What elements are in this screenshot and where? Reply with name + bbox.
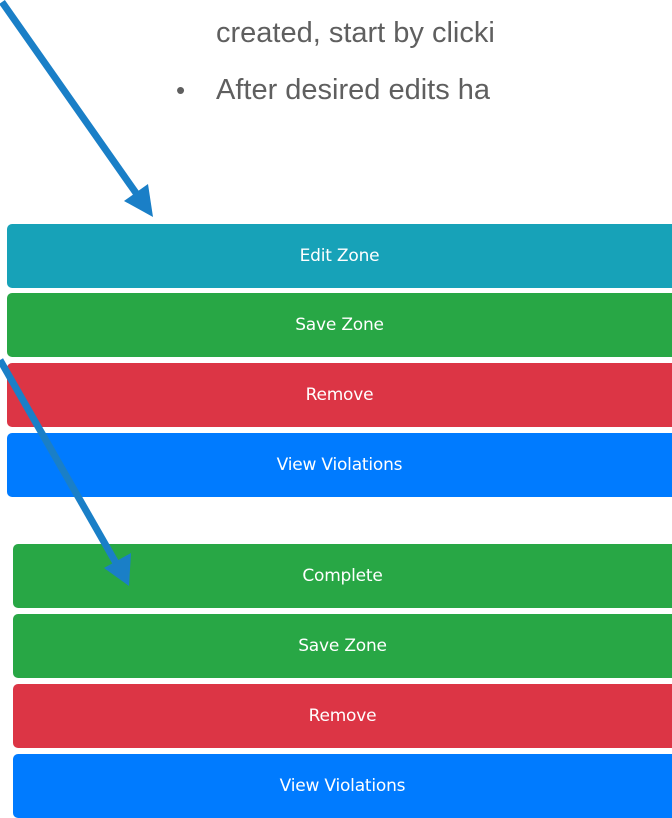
- remove-zone-button[interactable]: Remove: [7, 363, 672, 427]
- save-zone-button[interactable]: Save Zone: [7, 293, 672, 357]
- arrow-to-edit-zone-icon: [0, 0, 153, 217]
- remove-zone-button-edit[interactable]: Remove: [13, 684, 672, 748]
- save-zone-button-edit[interactable]: Save Zone: [13, 614, 672, 678]
- bullet-point: •: [176, 75, 186, 105]
- slide-text-line-1: created, start by clicki: [216, 17, 495, 49]
- complete-button[interactable]: Complete: [13, 544, 672, 608]
- slide-text-line-2: After desired edits ha: [216, 74, 491, 106]
- view-violations-button-edit[interactable]: View Violations: [13, 754, 672, 818]
- view-violations-button[interactable]: View Violations: [7, 433, 672, 497]
- edit-zone-button[interactable]: Edit Zone: [7, 224, 672, 288]
